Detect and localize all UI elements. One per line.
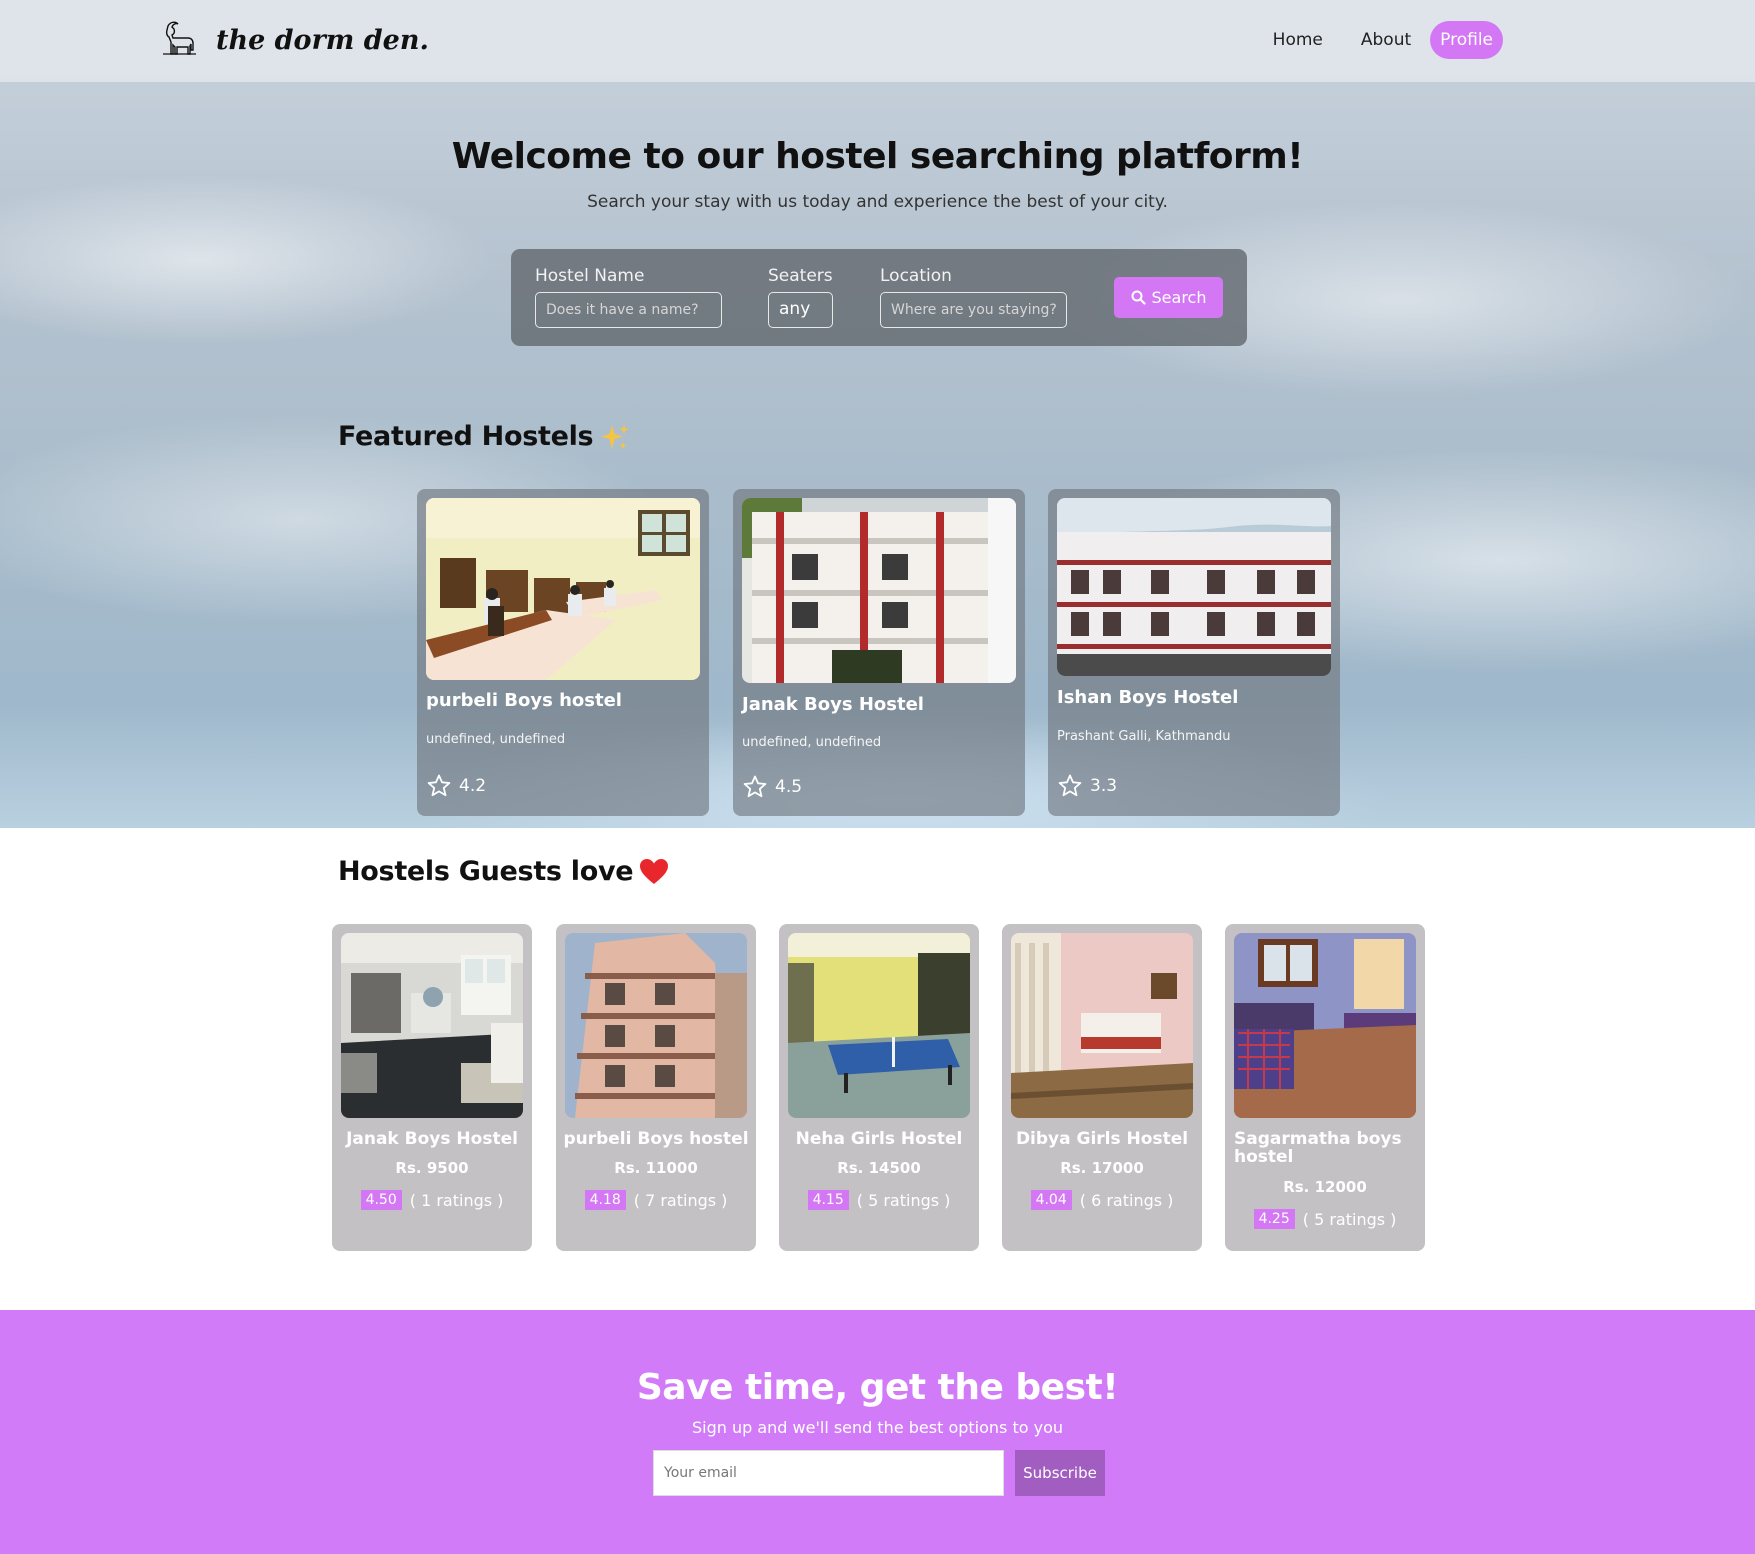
- goat-icon: [160, 20, 198, 60]
- featured-section-title: Featured Hostels: [338, 421, 631, 452]
- featured-rating: 4.2: [427, 774, 486, 797]
- featured-hostel-location: Prashant Galli, Kathmandu: [1057, 729, 1231, 744]
- guest-favorite-card[interactable]: Dibya Girls Hostel Rs. 17000 4.04 ( 6 ra…: [1002, 924, 1202, 1251]
- star-icon: [1058, 774, 1082, 797]
- featured-rating: 4.5: [743, 775, 802, 798]
- hostel-rating-row: 4.18 ( 7 ratings ): [556, 1190, 756, 1210]
- star-icon: [743, 775, 767, 798]
- nav-about-link[interactable]: About: [1342, 22, 1430, 58]
- hostel-name-input[interactable]: [535, 292, 722, 328]
- seaters-label: Seaters: [768, 266, 833, 286]
- hostel-photo: [1011, 933, 1193, 1118]
- rating-badge: 4.18: [584, 1190, 626, 1210]
- ratings-count: ( 7 ratings ): [633, 1190, 728, 1210]
- nav-profile-button[interactable]: Profile: [1430, 21, 1503, 59]
- hostel-photo: [1057, 498, 1331, 676]
- featured-hostel-name: Janak Boys Hostel: [742, 694, 924, 715]
- featured-card[interactable]: purbeli Boys hostel undefined, undefined…: [417, 489, 709, 816]
- guest-favorite-card[interactable]: purbeli Boys hostel Rs. 11000 4.18 ( 7 r…: [556, 924, 756, 1251]
- rating-value: 3.3: [1090, 775, 1118, 796]
- guest-favorite-card[interactable]: Sagarmatha boys hostel Rs. 12000 4.25 ( …: [1225, 924, 1425, 1251]
- hostel-name-label: Hostel Name: [535, 266, 645, 286]
- ratings-count: ( 5 ratings ): [856, 1190, 951, 1210]
- hostel-price: Rs. 12000: [1283, 1178, 1367, 1196]
- guest-favorite-card[interactable]: Neha Girls Hostel Rs. 14500 4.15 ( 5 rat…: [779, 924, 979, 1251]
- ratings-count: ( 1 ratings ): [409, 1190, 504, 1210]
- brand-name: the dorm den.: [216, 24, 429, 56]
- featured-card[interactable]: Janak Boys Hostel undefined, undefined 4…: [733, 489, 1025, 816]
- hero-subtitle: Search your stay with us today and exper…: [587, 192, 1168, 212]
- hostel-price: Rs. 11000: [614, 1159, 698, 1177]
- search-button[interactable]: Search: [1114, 277, 1223, 318]
- rating-badge: 4.15: [807, 1190, 849, 1210]
- hostel-photo: [788, 933, 970, 1118]
- guests-love-section-title: Hostels Guests love: [338, 856, 669, 887]
- rating-badge: 4.50: [360, 1190, 402, 1210]
- hostel-price: Rs. 9500: [395, 1159, 469, 1177]
- hostel-rating-row: 4.50 ( 1 ratings ): [332, 1190, 532, 1210]
- brand-logo[interactable]: the dorm den.: [160, 20, 429, 60]
- guests-love-title-text: Hostels Guests love: [338, 856, 634, 887]
- hostel-photo: [1234, 933, 1416, 1118]
- nav-home-link[interactable]: Home: [1254, 22, 1342, 58]
- guest-favorite-card[interactable]: Janak Boys Hostel Rs. 9500 4.50 ( 1 rati…: [332, 924, 532, 1251]
- search-form: Hostel Name Seaters any Location Search: [511, 249, 1247, 346]
- rating-badge: 4.04: [1030, 1190, 1072, 1210]
- subscribe-section: Save time, get the best! Sign up and we'…: [0, 1310, 1755, 1554]
- hostel-photo: [341, 933, 523, 1118]
- hostel-price: Rs. 14500: [837, 1159, 921, 1177]
- featured-hostel-location: undefined, undefined: [426, 732, 566, 747]
- hostel-photo: [742, 498, 1016, 683]
- email-input[interactable]: [653, 1450, 1004, 1496]
- sparkles-icon: [599, 422, 631, 452]
- featured-title-text: Featured Hostels: [338, 421, 594, 452]
- nav-links: Home About Profile: [1254, 21, 1503, 59]
- hostel-name: Sagarmatha boys hostel: [1234, 1129, 1402, 1167]
- rating-badge: 4.25: [1253, 1209, 1295, 1229]
- search-icon: [1131, 290, 1146, 305]
- hostel-price: Rs. 17000: [1060, 1159, 1144, 1177]
- featured-hostel-name: Ishan Boys Hostel: [1057, 687, 1239, 708]
- rating-value: 4.5: [775, 776, 803, 797]
- featured-rating: 3.3: [1058, 774, 1117, 797]
- seaters-select[interactable]: any: [768, 292, 833, 328]
- ratings-count: ( 5 ratings ): [1302, 1209, 1397, 1229]
- location-label: Location: [880, 266, 952, 286]
- hostel-photo: [426, 498, 700, 680]
- subscribe-title: Save time, get the best!: [636, 1367, 1119, 1408]
- featured-card[interactable]: Ishan Boys Hostel Prashant Galli, Kathma…: [1048, 489, 1340, 816]
- hostel-name: purbeli Boys hostel: [563, 1129, 749, 1149]
- location-input[interactable]: [880, 292, 1067, 328]
- hostel-rating-row: 4.04 ( 6 ratings ): [1002, 1190, 1202, 1210]
- subscribe-button[interactable]: Subscribe: [1015, 1450, 1105, 1496]
- hero-title: Welcome to our hostel searching platform…: [451, 136, 1304, 177]
- heart-icon: [639, 858, 669, 885]
- star-icon: [427, 774, 451, 797]
- hostel-photo: [565, 933, 747, 1118]
- hostel-rating-row: 4.15 ( 5 ratings ): [779, 1190, 979, 1210]
- featured-hostel-location: undefined, undefined: [742, 735, 882, 750]
- hostel-name: Neha Girls Hostel: [795, 1129, 963, 1149]
- hostel-rating-row: 4.25 ( 5 ratings ): [1225, 1209, 1425, 1229]
- hostel-name: Janak Boys Hostel: [346, 1129, 518, 1149]
- search-button-label: Search: [1151, 288, 1207, 307]
- featured-hostel-name: purbeli Boys hostel: [426, 690, 622, 711]
- ratings-count: ( 6 ratings ): [1079, 1190, 1174, 1210]
- navbar: the dorm den. Home About Profile: [0, 0, 1755, 82]
- subscribe-text: Sign up and we'll send the best options …: [691, 1418, 1064, 1437]
- hostel-name: Dibya Girls Hostel: [1015, 1129, 1189, 1149]
- rating-value: 4.2: [459, 775, 487, 796]
